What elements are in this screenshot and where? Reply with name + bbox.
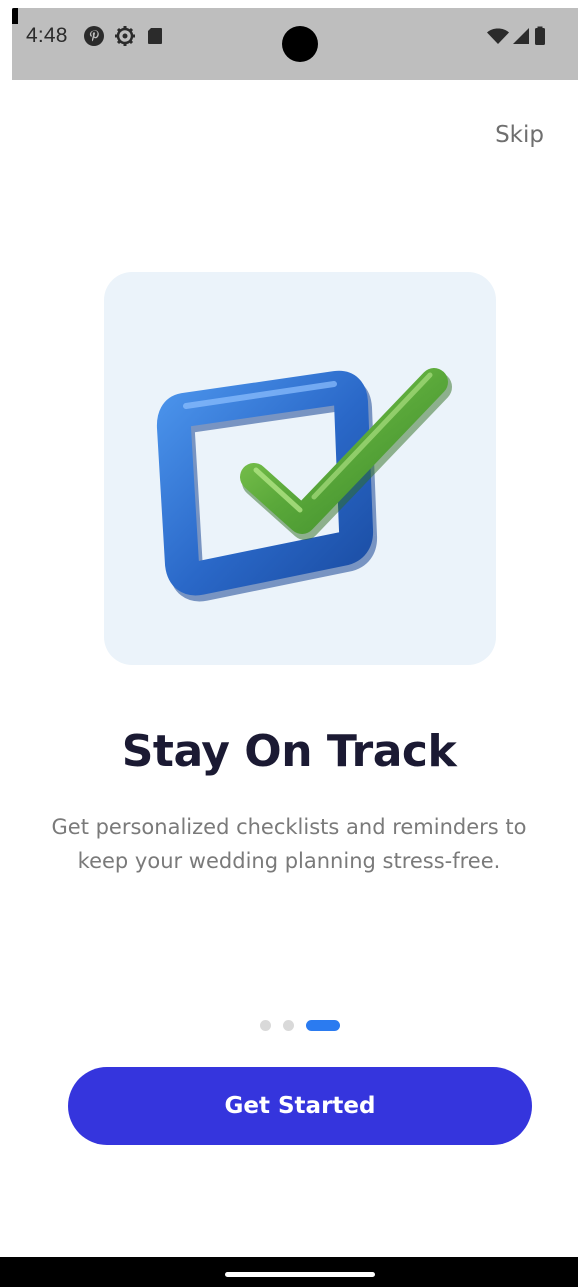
pinterest-icon [83, 25, 105, 47]
onboarding-screen: 4:48 Skip Stay On Track Get personalized… [0, 0, 578, 1287]
cell-signal-icon [510, 25, 532, 47]
wifi-icon [486, 25, 510, 47]
get-started-button[interactable]: Get Started [68, 1067, 532, 1145]
illustration-card [104, 272, 496, 665]
page-dot-3-active[interactable] [306, 1020, 340, 1031]
status-time: 4:48 [26, 24, 68, 47]
battery-icon [533, 25, 547, 47]
page-dot-1[interactable] [260, 1020, 271, 1031]
home-indicator[interactable] [225, 1272, 375, 1277]
sd-card-icon [144, 25, 166, 47]
page-dot-2[interactable] [283, 1020, 294, 1031]
skip-button[interactable]: Skip [495, 122, 544, 148]
screen-corner [12, 8, 18, 24]
page-subtitle: Get personalized checklists and reminder… [51, 815, 527, 873]
settings-gear-icon [114, 25, 136, 47]
checkbox-checkmark-illustration [156, 368, 452, 602]
page-indicator [260, 1020, 340, 1031]
camera-cutout [282, 26, 318, 62]
page-title: Stay On Track [121, 726, 457, 777]
